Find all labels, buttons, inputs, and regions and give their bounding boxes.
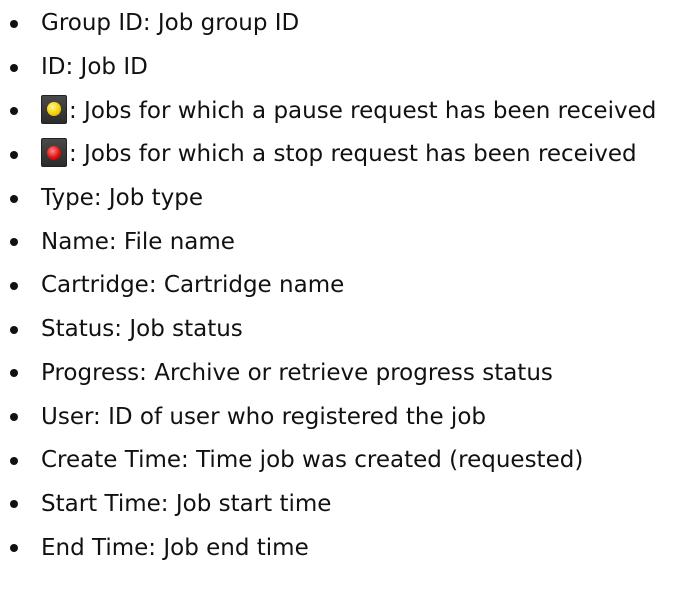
list-item-user: User: ID of user who registered the job [0, 395, 700, 439]
list-item-text: Create Time: Time job was created (reque… [41, 447, 584, 474]
bullet-icon [10, 500, 18, 509]
bullet-icon [10, 325, 18, 334]
list-item-name: Name: File name [0, 220, 700, 264]
list-item-text: Name: File name [41, 228, 235, 255]
list-item-id: ID: Job ID [0, 46, 700, 90]
list-item-group-id: Group ID: Job group ID [0, 2, 700, 46]
list-item-create-time: Create Time: Time job was created (reque… [0, 439, 700, 483]
list-item-text: Type: Job type [41, 185, 204, 212]
list-item-progress: Progress: Archive or retrieve progress s… [0, 352, 700, 396]
list-item-text: : Jobs for which a pause request has bee… [69, 97, 657, 124]
list-item-text: User: ID of user who registered the job [41, 403, 486, 430]
bullet-icon [10, 369, 18, 378]
list-item-text: Group ID: Job group ID [41, 10, 300, 37]
list-item-text: : Jobs for which a stop request has been… [69, 141, 637, 168]
list-item-pause-request: : Jobs for which a pause request has bee… [0, 89, 700, 133]
bullet-icon [10, 107, 18, 116]
bullet-icon [10, 413, 18, 422]
list-item-cartridge: Cartridge: Cartridge name [0, 264, 700, 308]
bullet-icon [10, 150, 18, 159]
pause-request-icon [41, 94, 67, 124]
list-item-text: ID: Job ID [41, 54, 148, 81]
list-item-text: Start Time: Job start time [41, 490, 332, 517]
red-lamp-icon [47, 145, 61, 160]
list-item-text: End Time: Job end time [41, 534, 309, 561]
bullet-icon [10, 456, 18, 465]
list-item-stop-request: : Jobs for which a stop request has been… [0, 133, 700, 177]
list-item-start-time: Start Time: Job start time [0, 483, 700, 527]
yellow-lamp-icon [47, 102, 61, 117]
list-item-status: Status: Job status [0, 308, 700, 352]
bullet-icon [10, 63, 18, 72]
list-item-type: Type: Job type [0, 177, 700, 221]
job-column-definitions-list: Group ID: Job group ID ID: Job ID : Jobs… [0, 2, 700, 570]
list-item-text: Progress: Archive or retrieve progress s… [41, 359, 553, 386]
list-item-text: Status: Job status [41, 316, 243, 343]
list-item-text: Cartridge: Cartridge name [41, 272, 345, 299]
bullet-icon [10, 544, 18, 553]
stop-request-icon [41, 138, 67, 168]
bullet-icon [10, 281, 18, 290]
bullet-icon [10, 19, 18, 28]
bullet-icon [10, 238, 18, 247]
bullet-icon [10, 194, 18, 203]
list-item-end-time: End Time: Job end time [0, 526, 700, 570]
